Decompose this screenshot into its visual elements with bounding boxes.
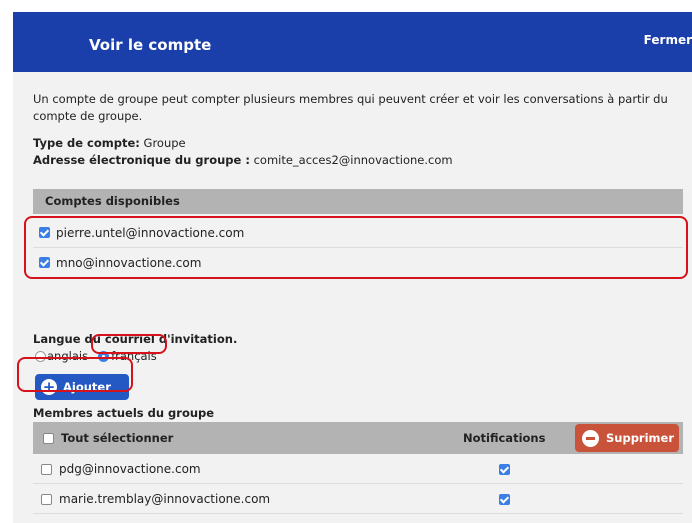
radio-francais[interactable] <box>98 350 110 362</box>
current-members-title: Membres actuels du groupe <box>33 406 215 420</box>
member-email: marie.tremblay@innovactione.com <box>59 492 271 506</box>
select-all-label: Tout sélectionner <box>61 431 174 445</box>
member-select[interactable]: marie.tremblay@innovactione.com <box>41 492 270 506</box>
notification-checkbox[interactable] <box>499 464 510 475</box>
top-strip <box>0 0 692 12</box>
member-row: pdg@innovactione.com <box>33 454 683 484</box>
plus-circle-icon: + <box>41 378 57 396</box>
dialog-header: Voir le compte Fermer <box>13 12 692 72</box>
member-row: marie.tremblay@innovactione.com <box>33 484 683 514</box>
member-email: pdg@innovactione.com <box>59 462 201 476</box>
available-account-row[interactable]: mno@innovactione.com <box>33 248 683 278</box>
group-email-label: Adresse électronique du groupe : <box>33 153 250 167</box>
member-select[interactable]: pdg@innovactione.com <box>41 462 201 476</box>
account-dialog: Voir le compte Fermer Un compte de group… <box>13 12 692 523</box>
invitation-language-label: Langue du courriel d'invitation. <box>33 332 238 346</box>
member-checkbox[interactable] <box>41 463 52 475</box>
dialog-title: Voir le compte <box>89 36 212 54</box>
close-link[interactable]: Fermer <box>644 33 692 47</box>
description-text: Un compte de groupe peut compter plusieu… <box>33 92 668 123</box>
add-button[interactable]: + Ajouter <box>35 374 129 400</box>
members-table-header: Tout sélectionner Notifications Supprime… <box>33 422 683 454</box>
account-type-value: Groupe <box>143 136 186 150</box>
notification-checkbox[interactable] <box>499 494 510 505</box>
add-button-label: Ajouter <box>63 380 111 394</box>
select-all[interactable]: Tout sélectionner <box>43 431 173 445</box>
account-email: mno@innovactione.com <box>56 255 202 270</box>
minus-circle-icon <box>582 429 599 447</box>
account-type-label: Type de compte: <box>33 136 140 150</box>
account-type: Type de compte: Groupe <box>33 136 186 150</box>
account-email: pierre.untel@innovactione.com <box>56 225 245 240</box>
group-email: Adresse électronique du groupe : comite_… <box>33 153 453 167</box>
notifications-column-header: Notifications <box>463 431 546 445</box>
radio-francais-label[interactable]: français <box>111 349 157 363</box>
group-email-value: comite_acces2@innovactione.com <box>253 153 453 167</box>
account-checkbox[interactable] <box>39 257 50 268</box>
available-accounts-header: Comptes disponibles <box>33 189 683 214</box>
delete-button[interactable]: Supprimer <box>575 424 679 452</box>
account-checkbox[interactable] <box>39 227 50 238</box>
available-account-row[interactable]: pierre.untel@innovactione.com <box>33 218 683 248</box>
radio-anglais-label[interactable]: anglais <box>47 349 88 363</box>
invitation-language-options: anglais français <box>35 348 157 364</box>
radio-anglais[interactable] <box>35 350 46 362</box>
select-all-checkbox[interactable] <box>43 432 54 444</box>
delete-button-label: Supprimer <box>606 431 675 445</box>
member-checkbox[interactable] <box>41 493 52 505</box>
